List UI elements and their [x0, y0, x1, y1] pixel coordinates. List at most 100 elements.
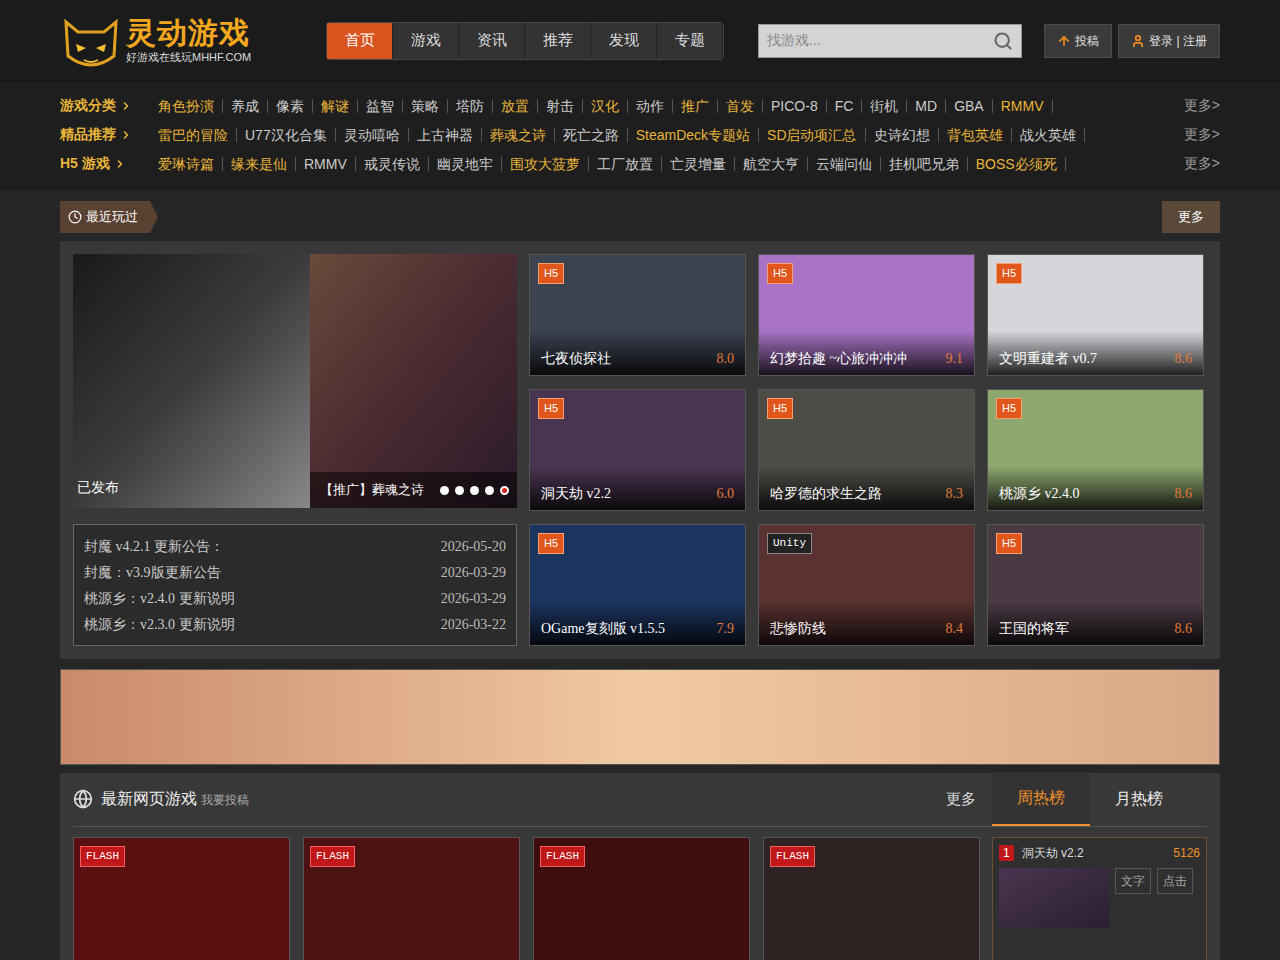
category-link[interactable]: SteamDeck专题站: [628, 128, 759, 142]
category-link[interactable]: 戒灵传说: [356, 157, 429, 171]
latest-game-card[interactable]: FLASH: [303, 837, 520, 960]
game-card[interactable]: Unity悲惨防线8.4: [758, 524, 975, 646]
category-more[interactable]: 更多>: [1172, 95, 1220, 116]
category-link[interactable]: PICO-8: [763, 99, 827, 113]
ranking-item[interactable]: 1洞天劫 v2.25126文字点击: [999, 844, 1200, 928]
globe-icon: [73, 789, 93, 809]
category-link[interactable]: 动作: [628, 99, 673, 113]
category-more[interactable]: 更多>: [1172, 153, 1220, 174]
category-link[interactable]: 益智: [358, 99, 403, 113]
logo[interactable]: 灵动游戏好游戏在线玩MHHF.COM: [60, 12, 275, 70]
game-title: 文明重建者 v0.7: [999, 348, 1097, 369]
category-link[interactable]: 挂机吧兄弟: [881, 157, 968, 171]
category-link[interactable]: 雷巴的冒险: [150, 128, 237, 142]
game-badge: H5: [538, 398, 564, 419]
game-card[interactable]: H5OGame复刻版 v1.5.57.9: [529, 524, 746, 646]
news-item[interactable]: 封魔 v4.2.1 更新公告：2026-05-20: [84, 533, 506, 559]
category-link[interactable]: 亡灵增量: [662, 157, 735, 171]
latest-submit-link[interactable]: 我要投稿: [201, 791, 249, 809]
game-title: 王国的将军: [999, 618, 1069, 639]
rank-button[interactable]: 文字: [1115, 868, 1151, 894]
latest-game-card[interactable]: FLASH: [533, 837, 750, 960]
game-card[interactable]: H5哈罗德的求生之路8.3: [758, 389, 975, 511]
nav-item[interactable]: 发现: [591, 23, 657, 59]
game-badge: H5: [538, 263, 564, 284]
carousel[interactable]: 已发布【推广】葬魂之诗: [73, 254, 517, 508]
nav-item[interactable]: 首页: [327, 23, 393, 59]
category-link[interactable]: 云端问仙: [808, 157, 881, 171]
game-score: 8.4: [946, 618, 964, 639]
search-icon[interactable]: [993, 31, 1013, 51]
search-box[interactable]: 找游戏...: [758, 24, 1022, 58]
category-link[interactable]: 角色扮演: [150, 99, 223, 113]
game-card[interactable]: H5幻梦拾趣 ~心旅冲冲冲9.1: [758, 254, 975, 376]
nav-item[interactable]: 推荐: [525, 23, 591, 59]
category-link[interactable]: SD启动项汇总: [759, 128, 865, 142]
game-card[interactable]: H5桃源乡 v2.4.08.6: [987, 389, 1204, 511]
nav-item[interactable]: 游戏: [393, 23, 459, 59]
game-score: 8.3: [946, 483, 964, 504]
recent-more-button[interactable]: 更多: [1162, 201, 1220, 233]
latest-more[interactable]: 更多: [946, 772, 976, 826]
category-link[interactable]: 射击: [538, 99, 583, 113]
category-link[interactable]: 推广: [673, 99, 718, 113]
category-link[interactable]: BOSS必须死: [968, 157, 1066, 171]
category-link[interactable]: 史诗幻想: [866, 128, 939, 142]
category-link[interactable]: 背包英雄: [939, 128, 1012, 142]
game-title: 幻梦拾趣 ~心旅冲冲冲: [770, 348, 907, 369]
game-badge: H5: [538, 533, 564, 554]
nav-item[interactable]: 专题: [657, 23, 723, 59]
category-link[interactable]: GBA: [946, 99, 993, 113]
latest-game-card[interactable]: FLASH: [73, 837, 290, 960]
carousel-dot[interactable]: [455, 486, 464, 495]
category-link[interactable]: RMMV: [993, 99, 1053, 113]
category-link[interactable]: 灵动嘻哈: [336, 128, 409, 142]
nav-item[interactable]: 资讯: [459, 23, 525, 59]
category-link[interactable]: 航空大亨: [735, 157, 808, 171]
category-link[interactable]: 上古神器: [409, 128, 482, 142]
category-link[interactable]: 工厂放置: [589, 157, 662, 171]
ad-banner[interactable]: [60, 669, 1220, 765]
category-link[interactable]: 幽灵地牢: [429, 157, 502, 171]
latest-game-card[interactable]: FLASH: [763, 837, 980, 960]
carousel-dots: [440, 486, 509, 495]
category-more[interactable]: 更多>: [1172, 124, 1220, 145]
category-link[interactable]: U77汉化合集: [237, 128, 336, 142]
carousel-dot[interactable]: [470, 486, 479, 495]
rank-button[interactable]: 点击: [1157, 868, 1193, 894]
category-link[interactable]: MD: [907, 99, 946, 113]
category-link[interactable]: 死亡之路: [555, 128, 628, 142]
category-link[interactable]: FC: [827, 99, 863, 113]
page: 灵动游戏好游戏在线玩MHHF.COM 首页游戏资讯推荐发现专题 找游戏... 投稿登录…: [0, 0, 1280, 960]
category-link[interactable]: 策略: [403, 99, 448, 113]
category-link[interactable]: RMMV: [296, 157, 356, 171]
ranking-tab[interactable]: 月热榜: [1090, 772, 1188, 826]
game-card[interactable]: H5文明重建者 v0.78.6: [987, 254, 1204, 376]
news-item[interactable]: 桃源乡：v2.4.0 更新说明2026-03-29: [84, 585, 506, 611]
carousel-dot[interactable]: [440, 486, 449, 495]
category-link[interactable]: 街机: [862, 99, 907, 113]
news-item[interactable]: 封魔：v3.9版更新公告2026-03-29: [84, 559, 506, 585]
game-card[interactable]: H5七夜侦探社8.0: [529, 254, 746, 376]
category-link[interactable]: 首发: [718, 99, 763, 113]
header-action-button[interactable]: 投稿: [1044, 24, 1112, 58]
category-link[interactable]: 解谜: [313, 99, 358, 113]
header-action-button[interactable]: 登录 | 注册: [1118, 24, 1220, 58]
category-link[interactable]: 缘来是仙: [223, 157, 296, 171]
category-link[interactable]: 葬魂之诗: [482, 128, 555, 142]
carousel-dot[interactable]: [500, 486, 509, 495]
category-link[interactable]: 像素: [268, 99, 313, 113]
game-card[interactable]: H5洞天劫 v2.26.0: [529, 389, 746, 511]
category-link[interactable]: 放置: [493, 99, 538, 113]
news-item[interactable]: 桃源乡：v2.3.0 更新说明2026-03-22: [84, 611, 506, 637]
category-row: 游戏分类角色扮演养成像素解谜益智策略塔防放置射击汉化动作推广首发PICO-8FC…: [60, 91, 1220, 120]
category-link[interactable]: 塔防: [448, 99, 493, 113]
category-link[interactable]: 战火英雄: [1012, 128, 1085, 142]
category-link[interactable]: 汉化: [583, 99, 628, 113]
category-link[interactable]: 爱琳诗篇: [150, 157, 223, 171]
ranking-tab[interactable]: 周热榜: [992, 772, 1090, 826]
category-link[interactable]: 养成: [223, 99, 268, 113]
carousel-dot[interactable]: [485, 486, 494, 495]
category-link[interactable]: 围攻大菠萝: [502, 157, 589, 171]
game-card[interactable]: H5王国的将军8.6: [987, 524, 1204, 646]
